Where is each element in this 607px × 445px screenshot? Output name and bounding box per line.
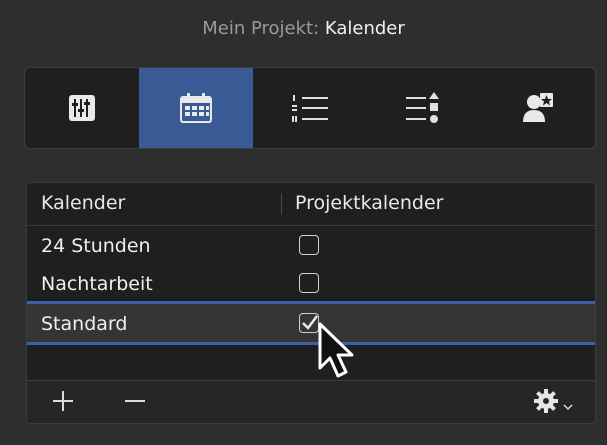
calendar-name: 24 Stunden xyxy=(41,235,151,257)
column-header-projektkalender[interactable]: Projektkalender xyxy=(295,192,443,214)
action-menu-button[interactable] xyxy=(532,389,576,419)
project-calendar-checkbox[interactable] xyxy=(299,313,319,333)
tab-list[interactable] xyxy=(253,68,367,148)
tab-sort[interactable] xyxy=(367,68,481,148)
person-star-icon xyxy=(521,92,555,124)
table-row[interactable]: Nachtarbeit xyxy=(27,265,595,303)
numbered-list-icon xyxy=(290,92,330,124)
tab-settings[interactable] xyxy=(25,68,139,148)
calendar-name: Standard xyxy=(41,313,128,335)
gear-icon xyxy=(534,389,573,413)
calendar-icon xyxy=(179,92,213,124)
project-calendar-checkbox[interactable] xyxy=(299,273,319,293)
sliders-icon xyxy=(67,93,97,123)
title-prefix: Mein Projekt: xyxy=(202,18,320,39)
minus-icon xyxy=(125,400,145,402)
window-title: Mein Projekt: Kalender xyxy=(0,18,607,39)
tab-resources[interactable] xyxy=(481,68,595,148)
sort-list-icon xyxy=(404,91,444,125)
title-value: Kalender xyxy=(324,18,405,39)
table-row-selected[interactable]: Standard xyxy=(27,301,595,345)
mouse-pointer-icon xyxy=(318,322,362,388)
remove-button[interactable] xyxy=(123,389,147,417)
table-row[interactable]: 24 Stunden xyxy=(27,227,595,265)
tab-calendar[interactable] xyxy=(139,68,253,148)
calendar-table: Kalender Projektkalender 24 Stunden Nach… xyxy=(26,182,596,424)
checkmark-icon xyxy=(302,315,318,330)
project-calendar-checkbox[interactable] xyxy=(299,235,319,255)
column-divider[interactable] xyxy=(281,193,282,215)
add-button[interactable] xyxy=(51,389,75,417)
calendar-name: Nachtarbeit xyxy=(41,273,153,295)
table-footer xyxy=(27,380,595,423)
table-header: Kalender Projektkalender xyxy=(27,183,595,226)
inspector-toolbar xyxy=(24,67,596,149)
column-header-kalender[interactable]: Kalender xyxy=(41,192,125,214)
plus-icon xyxy=(53,391,73,411)
